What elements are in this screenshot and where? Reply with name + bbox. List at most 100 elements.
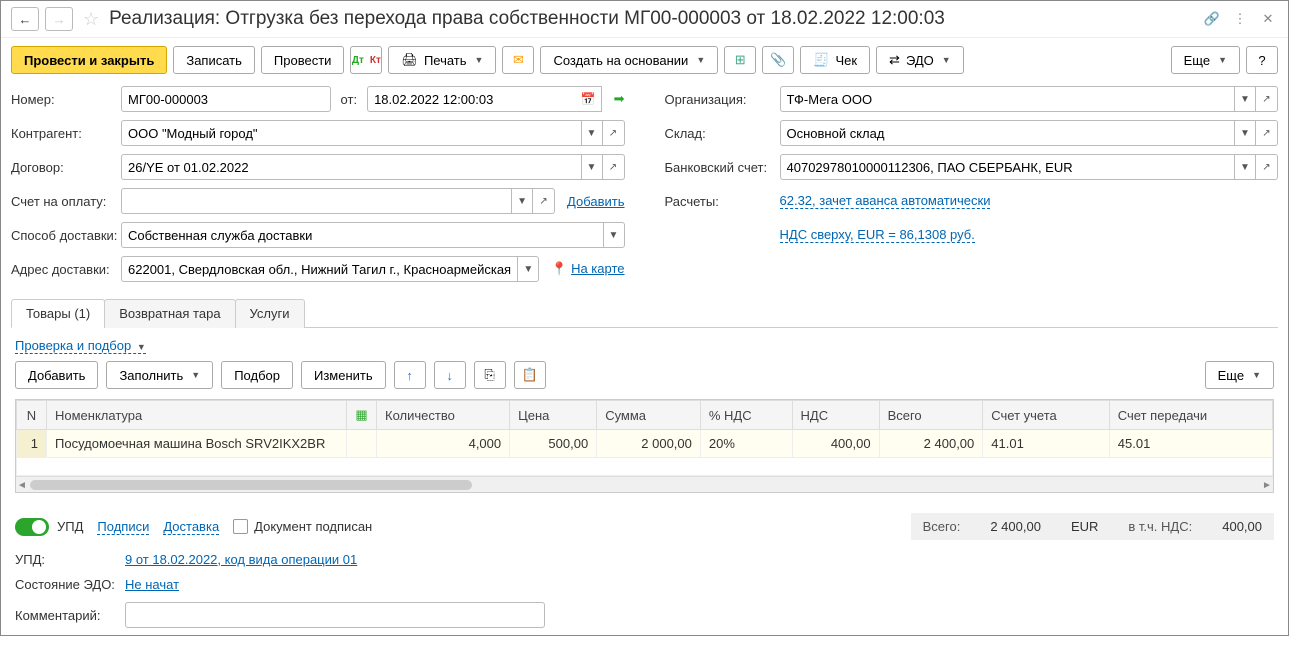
move-down-button[interactable]: ↓ (434, 361, 466, 389)
structure-button[interactable]: ⊞ (724, 46, 756, 74)
horizontal-scrollbar[interactable]: ◄ ► (16, 476, 1273, 492)
upd-link[interactable]: 9 от 18.02.2022, код вида операции 01 (125, 552, 357, 567)
mail-button[interactable]: ✉ (502, 46, 534, 74)
org-field[interactable] (780, 86, 1235, 112)
scroll-right-icon[interactable]: ► (1261, 478, 1273, 492)
col-item[interactable]: Номенклатура (47, 401, 347, 430)
dropdown-icon[interactable]: ▼ (517, 256, 539, 282)
open-icon[interactable]: ↗ (1256, 86, 1278, 112)
paste-icon: 📋 (522, 367, 538, 383)
edo-status-label: Состояние ЭДО: (15, 577, 125, 592)
dropdown-icon[interactable]: ▼ (1234, 86, 1256, 112)
edo-status-link[interactable]: Не начат (125, 577, 179, 592)
add-row-button[interactable]: Добавить (15, 361, 98, 389)
dropdown-icon[interactable]: ▼ (1234, 154, 1256, 180)
dropdown-icon[interactable]: ▼ (581, 120, 603, 146)
col-price[interactable]: Цена (510, 401, 597, 430)
scroll-left-icon[interactable]: ◄ (16, 478, 28, 492)
settlements-link[interactable]: 62.32, зачет аванса автоматически (780, 193, 991, 209)
totals-currency: EUR (1071, 519, 1098, 534)
date-field[interactable] (367, 86, 576, 112)
warehouse-label: Склад: (665, 126, 780, 141)
on-map[interactable]: 📍 На карте (551, 261, 624, 277)
open-icon[interactable]: ↗ (1256, 154, 1278, 180)
dropdown-icon[interactable]: ▼ (511, 188, 533, 214)
tab-services[interactable]: Услуги (235, 299, 305, 328)
dropdown-icon[interactable]: ▼ (1234, 120, 1256, 146)
contract-field[interactable] (121, 154, 581, 180)
comment-field[interactable] (125, 602, 545, 628)
number-field[interactable] (121, 86, 331, 112)
col-vat[interactable]: НДС (792, 401, 879, 430)
create-based-button[interactable]: Создать на основании▼ (540, 46, 718, 74)
col-qty[interactable]: Количество (377, 401, 510, 430)
col-account[interactable]: Счет учета (983, 401, 1110, 430)
contragent-field[interactable] (121, 120, 581, 146)
col-total[interactable]: Всего (879, 401, 983, 430)
open-icon[interactable]: ↗ (603, 154, 625, 180)
more-button[interactable]: Еще▼ (1171, 46, 1240, 74)
invoice-field[interactable] (121, 188, 511, 214)
contragent-label: Контрагент: (11, 126, 121, 141)
barcode-icon: ▦ (355, 407, 367, 422)
write-button[interactable]: Записать (173, 46, 255, 74)
change-button[interactable]: Изменить (301, 361, 386, 389)
delivery-method-label: Способ доставки: (11, 228, 121, 243)
post-button[interactable]: Провести (261, 46, 345, 74)
dt-kt-button[interactable]: ДтКт (350, 46, 382, 74)
upd-toggle[interactable] (15, 518, 49, 536)
dropdown-icon[interactable]: ▼ (603, 222, 625, 248)
tab-returnable[interactable]: Возвратная тара (104, 299, 235, 328)
col-n[interactable]: N (17, 401, 47, 430)
more-table-button[interactable]: Еще▼ (1205, 361, 1274, 389)
more-vert-icon[interactable]: ⋮ (1230, 9, 1250, 29)
open-icon[interactable]: ↗ (533, 188, 555, 214)
calendar-icon[interactable]: 📅 (576, 86, 602, 112)
post-and-close-button[interactable]: Провести и закрыть (11, 46, 167, 74)
delivery-link[interactable]: Доставка (163, 519, 219, 535)
table-row[interactable]: 1 Посудомоечная машина Bosch SRV2IKX2BR … (17, 430, 1273, 458)
receipt-button[interactable]: 🧾Чек (800, 46, 870, 74)
forward-button[interactable]: → (45, 7, 73, 31)
tree-icon: ⊞ (735, 52, 746, 68)
goods-table[interactable]: N Номенклатура ▦ Количество Цена Сумма %… (16, 400, 1273, 476)
signatures-link[interactable]: Подписи (97, 519, 149, 535)
tab-goods[interactable]: Товары (1) (11, 299, 105, 328)
back-button[interactable]: ← (11, 7, 39, 31)
settlements-label: Расчеты: (665, 194, 780, 209)
warehouse-field[interactable] (780, 120, 1235, 146)
col-icon[interactable]: ▦ (347, 401, 377, 430)
window-title: Реализация: Отгрузка без перехода права … (109, 8, 1196, 30)
open-icon[interactable]: ↗ (1256, 120, 1278, 146)
link-icon[interactable]: 🔗 (1202, 9, 1222, 29)
col-vat-pct[interactable]: % НДС (700, 401, 792, 430)
print-button[interactable]: 🖨Печать▼ (388, 46, 496, 74)
receipt-icon: 🧾 (813, 52, 829, 68)
scroll-thumb[interactable] (30, 480, 472, 490)
check-pick-link[interactable]: Проверка и подбор ▼ (15, 338, 146, 354)
delivery-addr-field[interactable] (121, 256, 517, 282)
vat-link[interactable]: НДС сверху, EUR = 86,1308 руб. (780, 227, 975, 243)
help-button[interactable]: ? (1246, 46, 1278, 74)
from-label: от: (341, 92, 358, 107)
paste-button[interactable]: 📋 (514, 361, 546, 389)
add-invoice-link[interactable]: Добавить (567, 194, 624, 209)
dropdown-icon[interactable]: ▼ (581, 154, 603, 180)
edo-button[interactable]: ⇄ЭДО▼ (876, 46, 964, 74)
copy-button[interactable]: ⎘ (474, 361, 506, 389)
fill-button[interactable]: Заполнить▼ (106, 361, 213, 389)
mail-icon: ✉ (513, 52, 524, 68)
open-icon[interactable]: ↗ (603, 120, 625, 146)
delivery-method-field[interactable] (121, 222, 603, 248)
doc-signed-checkbox[interactable] (233, 519, 248, 534)
close-icon[interactable]: ✕ (1258, 9, 1278, 29)
contract-label: Договор: (11, 160, 121, 175)
col-sum[interactable]: Сумма (597, 401, 701, 430)
favorite-icon[interactable]: ☆ (83, 9, 99, 30)
map-pin-icon: 📍 (551, 261, 567, 276)
attach-button[interactable]: 📎 (762, 46, 794, 74)
move-up-button[interactable]: ↑ (394, 361, 426, 389)
col-transfer-account[interactable]: Счет передачи (1109, 401, 1272, 430)
pick-button[interactable]: Подбор (221, 361, 293, 389)
bank-field[interactable] (780, 154, 1235, 180)
